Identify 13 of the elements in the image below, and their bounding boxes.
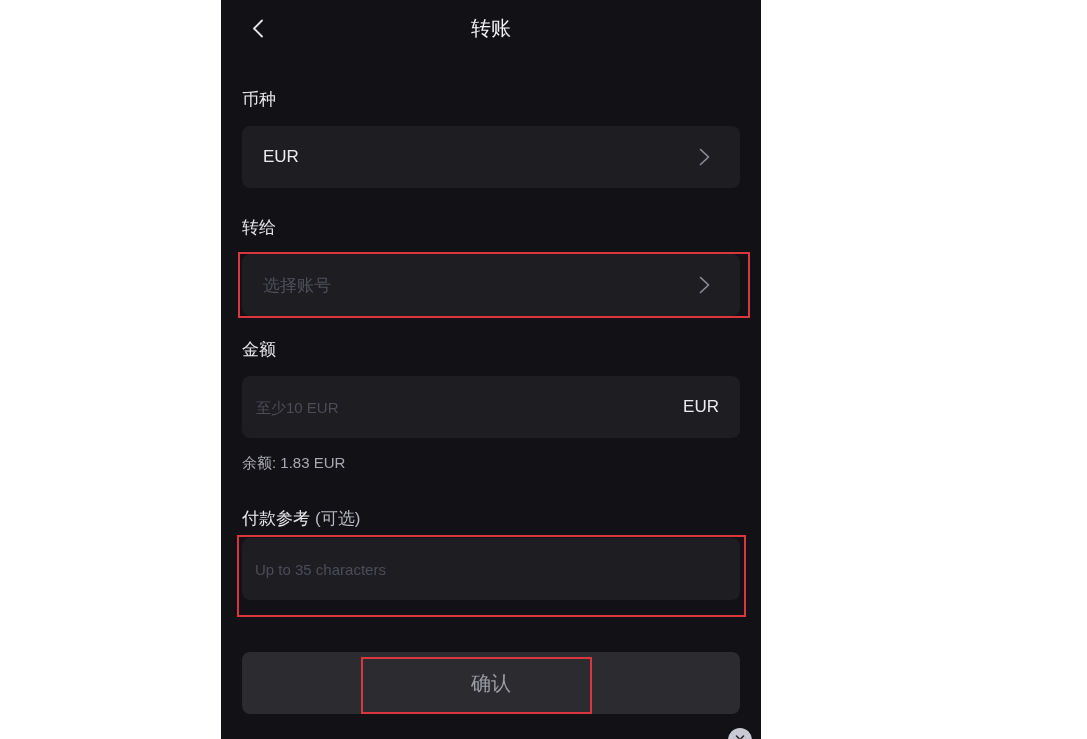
field-label: 币种 xyxy=(242,89,276,111)
balance-text: 余额: 1.83 EUR xyxy=(242,453,346,473)
close-icon[interactable] xyxy=(728,728,752,739)
field-label: 金额 xyxy=(242,339,276,361)
chevron-right-icon xyxy=(699,148,710,166)
back-icon[interactable] xyxy=(252,18,264,38)
field-label: 转给 xyxy=(242,217,276,239)
page-title: 转账 xyxy=(471,16,511,41)
chevron-right-icon xyxy=(699,276,710,294)
select-field[interactable]: EUR xyxy=(242,126,740,188)
field-label: 付款参考 xyxy=(242,508,310,530)
currency-label: EUR xyxy=(683,397,719,417)
optional-note: (可选) xyxy=(315,508,361,530)
